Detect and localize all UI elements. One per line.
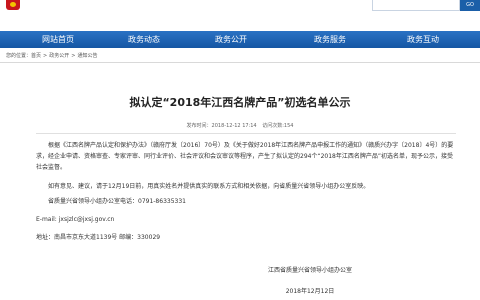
- article-title: 拟认定“2018年江西名牌产品”初选名单公示: [129, 96, 351, 109]
- article-meta: 发布时间：2018-12-12 17:14 访问次数:154: [0, 122, 480, 129]
- contact-email: E-mail: jxsjzlc@jxsj.gov.cn: [36, 216, 115, 223]
- nav-item-interaction[interactable]: 政务互动: [383, 31, 463, 48]
- search-button[interactable]: GO: [460, 0, 480, 11]
- nav-item-news[interactable]: 政务动态: [104, 31, 184, 48]
- contact-phone: 省质量兴省领导小组办公室电话：0791-86335331: [48, 198, 186, 205]
- view-count: 访问次数:154: [262, 123, 294, 129]
- breadcrumb-prefix: 您的位置：: [6, 53, 32, 59]
- divider: [0, 62, 480, 63]
- contact-address: 地址：南昌市京东大道1139号 邮编：330029: [36, 234, 161, 241]
- breadcrumb-separator: >: [71, 53, 76, 59]
- nav-item-services[interactable]: 政务服务: [290, 31, 370, 48]
- divider: [36, 133, 456, 134]
- search-input[interactable]: [372, 0, 460, 11]
- top-bar: GO: [0, 0, 480, 14]
- article-paragraph: 如有意见、建议，请于12月19日前，用真实姓名并提供真实的联系方式和相关依据，向…: [48, 183, 370, 190]
- breadcrumb-separator: >: [43, 53, 48, 59]
- national-emblem-icon: [6, 0, 20, 10]
- article-paragraph: 根据《江西名牌产品认定和保护办法》（赣府厅发〔2016〕70号）及《关于做好20…: [36, 142, 454, 171]
- nav-item-home[interactable]: 网站首页: [18, 31, 98, 48]
- breadcrumb: 您的位置：首页 > 政务公开 > 通知公告: [6, 52, 97, 60]
- breadcrumb-item-home[interactable]: 首页: [31, 53, 41, 59]
- signature-org: 江西省质量兴省领导小组办公室: [267, 267, 352, 274]
- breadcrumb-item-notices[interactable]: 通知公告: [77, 53, 97, 59]
- breadcrumb-item-disclosure[interactable]: 政务公开: [49, 53, 69, 59]
- main-nav: 网站首页 政务动态 政务公开 政务服务 政务互动: [0, 31, 480, 48]
- signature-date: 2018年12月12日: [285, 288, 335, 295]
- nav-item-disclosure[interactable]: 政务公开: [191, 31, 271, 48]
- publish-time: 发布时间：2018-12-12 17:14: [186, 123, 257, 129]
